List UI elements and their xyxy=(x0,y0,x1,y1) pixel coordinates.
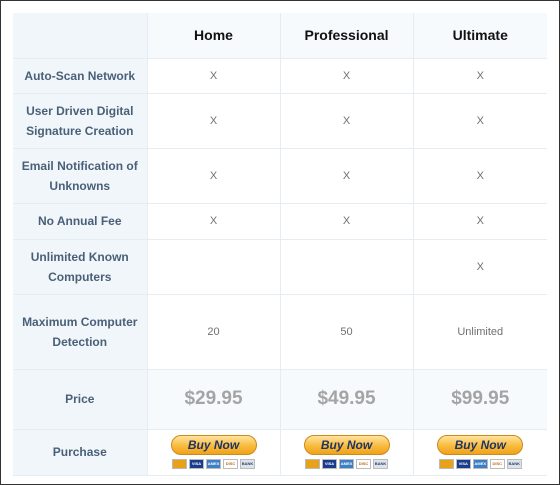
feature-label: User Driven Digital Signature Creation xyxy=(13,93,148,149)
feature-value: X xyxy=(413,239,547,295)
table-row: Unlimited Known Computers X xyxy=(13,239,547,295)
payment-cards: VISA AMEX DISC BANK xyxy=(172,459,255,469)
feature-label: Email Notification of Unknowns xyxy=(13,148,148,204)
header-blank-cell xyxy=(13,13,148,59)
price-row: Price $29.95 $49.95 $99.95 xyxy=(13,369,547,430)
feature-value xyxy=(147,239,281,295)
buy-now-button-ultimate[interactable]: Buy Now xyxy=(437,435,524,455)
visa-icon: VISA xyxy=(189,459,204,469)
bank-icon: BANK xyxy=(373,459,388,469)
feature-value: X xyxy=(147,58,281,94)
feature-value: 20 xyxy=(147,294,281,370)
header-row: Home Professional Ultimate xyxy=(13,13,547,59)
feature-value: X xyxy=(413,93,547,149)
bank-icon: BANK xyxy=(240,459,255,469)
discover-icon: DISC xyxy=(356,459,371,469)
mastercard-icon xyxy=(305,459,320,469)
bank-icon: BANK xyxy=(506,459,522,469)
feature-label: Maximum Computer Detection xyxy=(13,294,148,370)
feature-value: X xyxy=(413,148,547,204)
feature-label: No Annual Fee xyxy=(13,203,148,240)
plan-header-home: Home xyxy=(147,13,281,59)
mastercard-icon xyxy=(172,459,187,469)
table-row: No Annual Fee X X X xyxy=(13,203,547,240)
plan-header-professional: Professional xyxy=(280,13,414,59)
buy-now-button-home[interactable]: Buy Now xyxy=(170,435,257,455)
feature-value: X xyxy=(147,93,281,149)
pricing-frame: Home Professional Ultimate Auto-Scan Net… xyxy=(0,0,560,485)
feature-value: X xyxy=(147,203,281,240)
purchase-row: Purchase Buy Now VISA AMEX DISC BANK Buy… xyxy=(13,429,547,476)
amex-icon: AMEX xyxy=(339,459,354,469)
feature-label: Auto-Scan Network xyxy=(13,58,148,94)
comparison-table: Home Professional Ultimate Auto-Scan Net… xyxy=(13,13,547,476)
plan-header-ultimate: Ultimate xyxy=(413,13,547,59)
table-row: User Driven Digital Signature Creation X… xyxy=(13,93,547,149)
price-label: Price xyxy=(13,369,148,430)
discover-icon: DISC xyxy=(223,459,238,469)
buy-now-group: Buy Now VISA AMEX DISC BANK xyxy=(154,435,274,469)
amex-icon: AMEX xyxy=(206,459,221,469)
buy-now-group: Buy Now VISA AMEX DISC BANK xyxy=(420,435,542,469)
feature-value: X xyxy=(413,203,547,240)
price-home: $29.95 xyxy=(147,369,281,430)
amex-icon: AMEX xyxy=(472,459,488,469)
mastercard-icon xyxy=(438,459,454,469)
visa-icon: VISA xyxy=(455,459,471,469)
feature-value: X xyxy=(280,203,414,240)
table-row: Auto-Scan Network X X X xyxy=(13,58,547,94)
discover-icon: DISC xyxy=(489,459,505,469)
table-row: Maximum Computer Detection 20 50 Unlimit… xyxy=(13,294,547,370)
purchase-label: Purchase xyxy=(13,429,148,476)
purchase-cell-professional: Buy Now VISA AMEX DISC BANK xyxy=(280,429,414,476)
price-professional: $49.95 xyxy=(280,369,414,430)
feature-label: Unlimited Known Computers xyxy=(13,239,148,295)
feature-value: X xyxy=(280,58,414,94)
buy-now-group: Buy Now VISA AMEX DISC BANK xyxy=(287,435,407,469)
feature-value: Unlimited xyxy=(413,294,547,370)
visa-icon: VISA xyxy=(322,459,337,469)
table-row: Email Notification of Unknowns X X X xyxy=(13,148,547,204)
feature-value xyxy=(280,239,414,295)
feature-value: X xyxy=(413,58,547,94)
price-ultimate: $99.95 xyxy=(413,369,547,430)
feature-value: X xyxy=(147,148,281,204)
payment-cards: VISA AMEX DISC BANK xyxy=(305,459,388,469)
buy-now-button-professional[interactable]: Buy Now xyxy=(303,435,390,455)
purchase-cell-home: Buy Now VISA AMEX DISC BANK xyxy=(147,429,281,476)
payment-cards: VISA AMEX DISC BANK xyxy=(438,459,522,469)
purchase-cell-ultimate: Buy Now VISA AMEX DISC BANK xyxy=(413,429,547,476)
feature-value: 50 xyxy=(280,294,414,370)
feature-value: X xyxy=(280,148,414,204)
feature-value: X xyxy=(280,93,414,149)
